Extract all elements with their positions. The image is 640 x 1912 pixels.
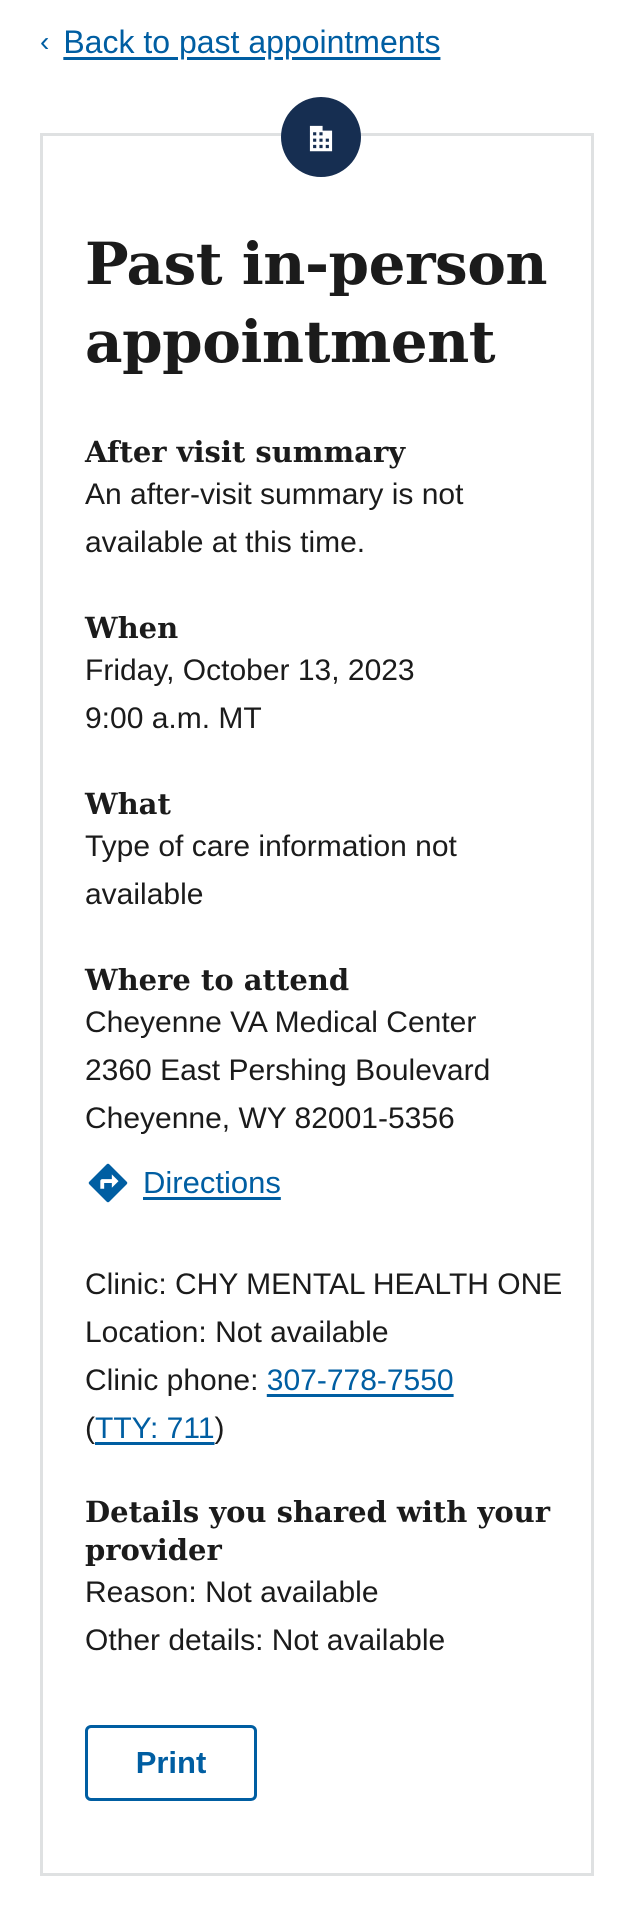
directions-label[interactable]: Directions [143, 1159, 281, 1207]
after-visit-text: An after-visit summary is not available … [85, 478, 464, 559]
building-icon-svg [309, 125, 333, 152]
chevron-left-icon: ‹ [40, 26, 50, 57]
clinic-phone-prefix: Clinic phone: [85, 1364, 267, 1397]
clinic-name: Clinic: CHY MENTAL HEALTH ONE [85, 1268, 563, 1301]
tty-line: (TTY: 711) [85, 1405, 575, 1453]
actions: Print [85, 1725, 575, 1801]
print-button[interactable]: Print [85, 1725, 257, 1801]
clinic-section: Clinic: CHY MENTAL HEALTH ONE Location: … [85, 1261, 575, 1453]
facility-city-state-zip: Cheyenne, WY 82001-5356 [85, 1102, 455, 1135]
details-heading: Details you shared with your provider [85, 1495, 551, 1567]
clinic-phone-line: Clinic phone: 307-778-7550 [85, 1357, 575, 1405]
clinic-phone-link[interactable]: 307-778-7550 [267, 1364, 454, 1397]
facility-name: Cheyenne VA Medical Center [85, 1006, 477, 1039]
what-section: What Type of care information not availa… [85, 785, 575, 919]
after-visit-heading: After visit summary [85, 435, 406, 469]
appointment-time: 9:00 a.m. MT [85, 702, 262, 735]
tty-link[interactable]: TTY: 711 [95, 1412, 215, 1445]
type-of-care-text: Type of care information not available [85, 830, 457, 911]
directions-icon [88, 1163, 128, 1203]
back-link-label[interactable]: Back to past appointments [63, 22, 440, 62]
where-section: Where to attend Cheyenne VA Medical Cent… [85, 961, 575, 1207]
appointment-date: Friday, October 13, 2023 [85, 654, 415, 687]
details-reason: Reason: Not available [85, 1576, 379, 1609]
directions-link[interactable]: Directions [85, 1159, 575, 1207]
when-heading: When [85, 611, 179, 645]
after-visit-section: After visit summary An after-visit summa… [85, 433, 575, 567]
tty-close-paren: ) [214, 1412, 225, 1445]
page-title: Past in-person appointment [85, 230, 548, 376]
when-section: When Friday, October 13, 2023 9:00 a.m. … [85, 609, 575, 743]
what-heading: What [85, 787, 171, 821]
where-heading: Where to attend [85, 963, 350, 997]
back-to-past-appointments-link[interactable]: ‹ Back to past appointments [40, 22, 440, 62]
clinic-location: Location: Not available [85, 1316, 389, 1349]
details-section: Details you shared with your provider Re… [85, 1493, 575, 1665]
facility-street: 2360 East Pershing Boulevard [85, 1054, 491, 1087]
tty-open-paren: ( [85, 1412, 95, 1445]
details-other: Other details: Not available [85, 1624, 446, 1657]
building-icon [281, 97, 361, 177]
appointment-details: Past in-person appointment After visit s… [85, 225, 575, 1801]
